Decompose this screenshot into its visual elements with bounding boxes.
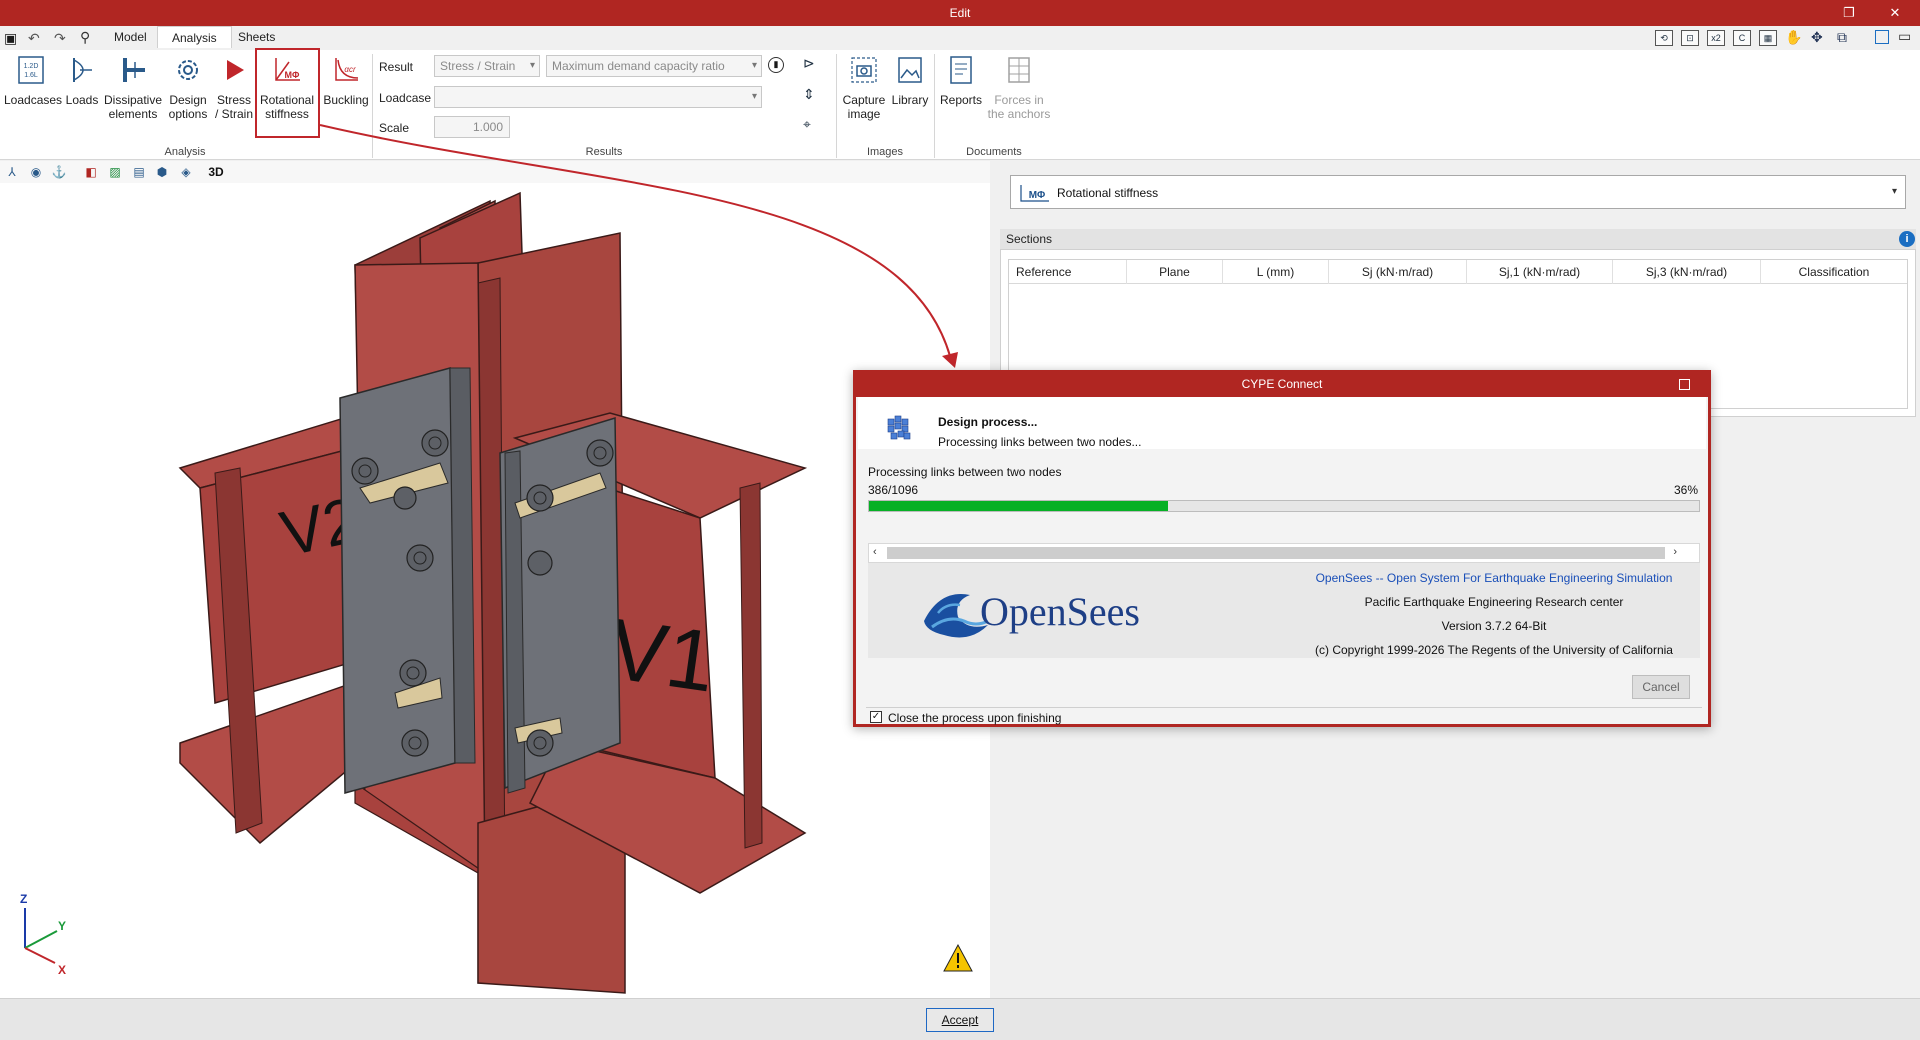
scrollbar-thumb[interactable] <box>887 547 1665 559</box>
column-header[interactable]: Sj,1 (kN·m/rad) <box>1467 260 1613 284</box>
result-type-select[interactable]: MΦ Rotational stiffness ▾ <box>1010 175 1906 209</box>
chevron-left-icon[interactable]: ‹ <box>873 546 877 558</box>
close-on-finish-label: Close the process upon finishing <box>888 711 1062 725</box>
progress-percent: 36% <box>1673 483 1698 497</box>
chevron-right-icon[interactable]: › <box>1673 546 1677 558</box>
column-header[interactable]: L (mm) <box>1223 260 1329 284</box>
rotational-stiffness-icon: MΦ <box>1020 185 1049 202</box>
opensees-org: Pacific Earthquake Engineering Research … <box>1364 595 1624 609</box>
opensees-logo: OpenSees <box>924 589 1140 638</box>
dialog-subheading: Processing links between two nodes... <box>938 435 1142 449</box>
column-header[interactable]: Reference <box>1009 260 1127 284</box>
opensees-link[interactable]: OpenSees -- Open System For Earthquake E… <box>1288 571 1700 585</box>
sections-header: Sections <box>1000 229 1916 249</box>
progress-count: 386/1096 <box>868 483 919 497</box>
dialog-divider <box>866 707 1702 708</box>
opensees-copyright: (c) Copyright 1999-2026 The Regents of t… <box>1315 643 1673 657</box>
horizontal-scrollbar[interactable]: ‹ › <box>868 543 1700 563</box>
process-label: Processing links between two nodes <box>868 465 1062 479</box>
table-header: Reference Plane L (mm) Sj (kN·m/rad) Sj,… <box>1009 260 1907 284</box>
progress-dialog: CYPE Connect Design process... Processin… <box>853 370 1711 727</box>
column-header[interactable]: Classification <box>1761 260 1907 284</box>
opensees-version: Version 3.7.2 64-Bit <box>1441 619 1547 633</box>
result-type-value: Rotational stiffness <box>1057 186 1159 200</box>
dialog-title: CYPE Connect <box>856 373 1708 397</box>
chevron-down-icon: ▾ <box>1891 186 1897 197</box>
opensees-logo-text: OpenSees <box>980 589 1140 634</box>
info-icon[interactable]: i <box>1899 231 1915 247</box>
dialog-heading: Design process... <box>938 415 1038 429</box>
progress-bar <box>868 500 1700 512</box>
processing-cubes-icon <box>887 415 911 440</box>
close-on-finish-checkbox[interactable]: ✓ <box>870 711 882 723</box>
column-header[interactable]: Sj (kN·m/rad) <box>1329 260 1467 284</box>
cancel-button[interactable]: Cancel <box>1632 675 1690 699</box>
maximize-icon[interactable] <box>1679 379 1690 390</box>
svg-text:MΦ: MΦ <box>1029 190 1046 201</box>
opensees-panel: OpenSees OpenSees -- Open System For Ear… <box>868 563 1700 658</box>
column-header[interactable]: Plane <box>1127 260 1223 284</box>
accept-button[interactable]: Accept <box>926 1008 994 1032</box>
column-header[interactable]: Sj,3 (kN·m/rad) <box>1613 260 1761 284</box>
accept-label: Accept <box>941 1013 979 1027</box>
progress-fill <box>869 501 1168 511</box>
